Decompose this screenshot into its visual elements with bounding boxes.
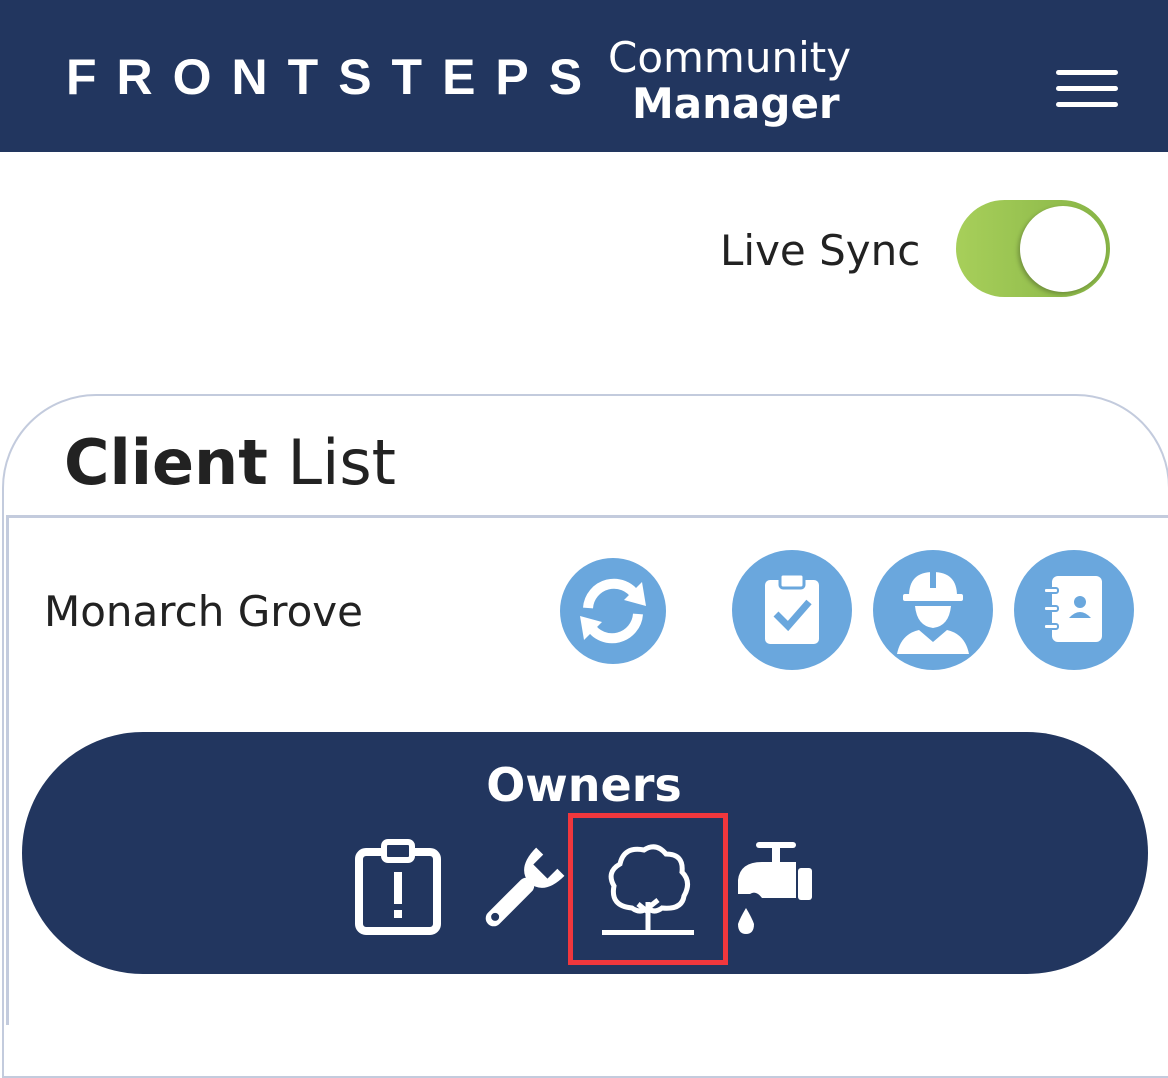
clipboard-alert-icon[interactable] (354, 838, 442, 936)
live-sync-toggle-knob[interactable] (1020, 206, 1106, 292)
card-divider (6, 515, 1168, 518)
client-name: Monarch Grove (44, 587, 363, 636)
card-title-bold: Client (64, 426, 268, 499)
live-sync-label: Live Sync (720, 226, 921, 275)
card-title-rest: List (267, 426, 396, 499)
product-name-line1: Community (608, 33, 852, 82)
clipboard-check-icon[interactable] (732, 550, 852, 670)
water-faucet-icon[interactable] (732, 840, 814, 936)
contacts-book-icon[interactable] (1014, 550, 1134, 670)
worker-hardhat-icon[interactable] (873, 550, 993, 670)
owners-label: Owners (486, 758, 682, 812)
brand-logo: FRONTSTEPS (66, 49, 603, 105)
hamburger-menu-icon[interactable] (1056, 70, 1118, 108)
tree-icon-highlight (568, 813, 728, 965)
wrench-icon[interactable] (474, 842, 570, 938)
card-title: Client List (64, 426, 396, 500)
product-name-line2: Manager (632, 79, 840, 128)
sync-icon[interactable] (560, 558, 666, 664)
